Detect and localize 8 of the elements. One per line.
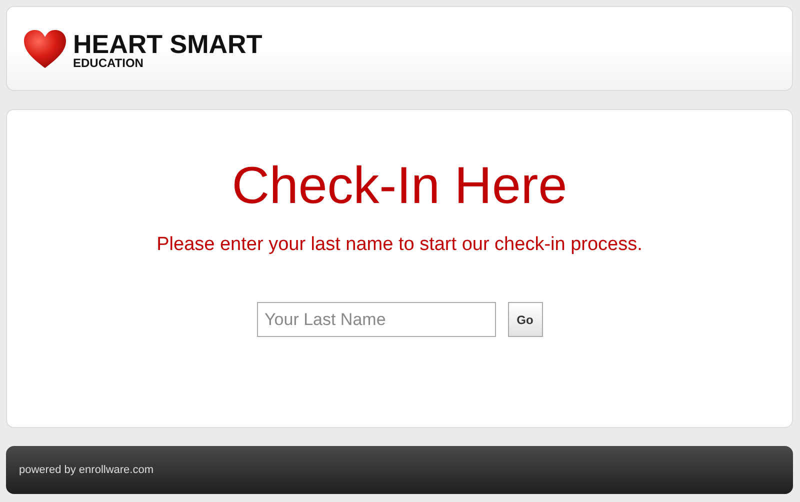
footer-text: powered by enrollware.com: [19, 464, 154, 476]
brand-tagline: EDUCATION: [73, 57, 144, 70]
last-name-field[interactable]: Your Last Name: [256, 302, 496, 337]
page-title: Check-In Here: [232, 156, 568, 217]
brand-name: HEART SMART: [73, 31, 262, 57]
heart-icon: [23, 28, 67, 68]
go-button[interactable]: Go: [508, 302, 542, 337]
instructions: Please enter your last name to start our check-in process.: [156, 234, 642, 256]
